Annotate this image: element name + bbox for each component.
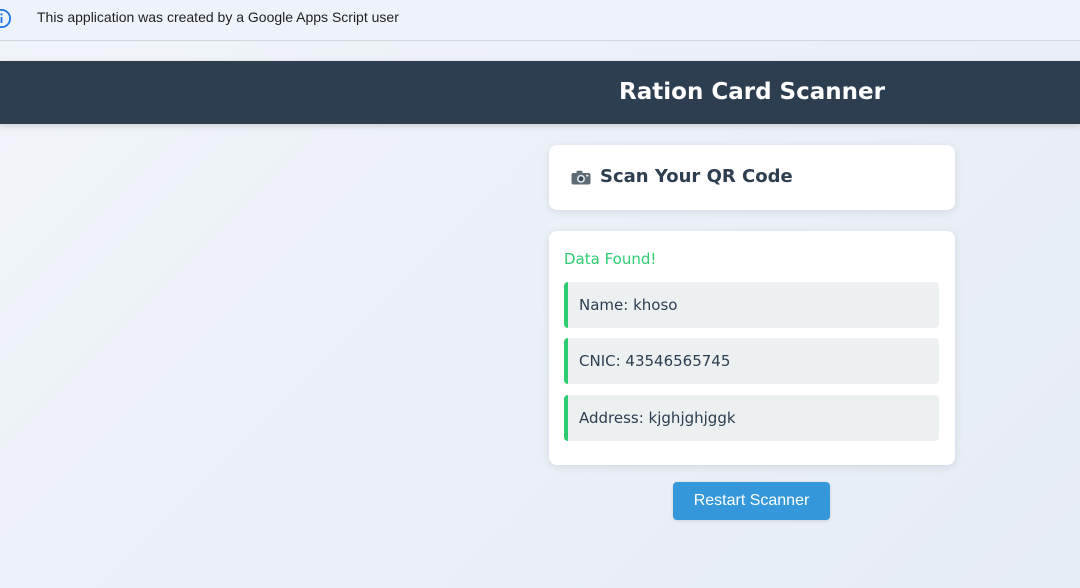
scan-card: Scan Your QR Code [549,145,955,210]
result-item-cnic: CNIC: 43546565745 [564,338,939,384]
info-icon [0,9,11,28]
apps-script-banner: This application was created by a Google… [0,0,1080,41]
page-title: Ration Card Scanner [619,79,885,105]
results-card: Data Found! Name: khoso CNIC: 4354656574… [549,231,955,465]
restart-scanner-button[interactable]: Restart Scanner [673,482,830,520]
camera-icon [571,170,591,185]
app-header: Ration Card Scanner [0,61,1080,124]
banner-text: This application was created by a Google… [37,9,399,25]
status-message: Data Found! [564,250,657,268]
scan-heading-label: Scan Your QR Code [600,166,793,187]
result-item-address: Address: kjghjghjggk [564,395,939,441]
scan-heading: Scan Your QR Code [571,166,793,187]
result-item-name: Name: khoso [564,282,939,328]
